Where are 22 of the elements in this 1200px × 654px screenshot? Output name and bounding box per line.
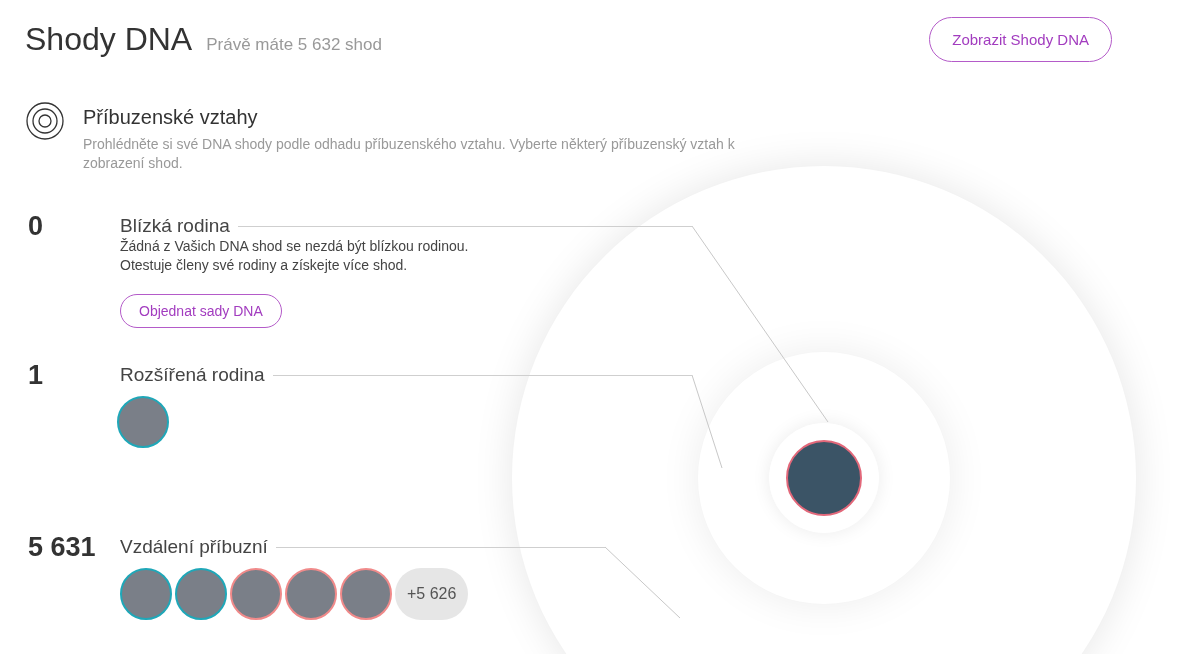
more-matches-badge[interactable]: +5 626	[395, 568, 469, 620]
avatar[interactable]	[285, 568, 337, 620]
match-count: Právě máte 5 632 shod	[206, 35, 382, 55]
avatar[interactable]	[340, 568, 392, 620]
match-count: 5 631	[28, 532, 97, 564]
section-title: Příbuzenské vztahy	[83, 106, 259, 129]
page-title: Shody DNA	[25, 21, 193, 58]
avatar[interactable]	[175, 568, 227, 620]
group-description: Žádná z Vašich DNA shod se nezdá být blízkou rodinou.	[120, 237, 470, 256]
match-count: 0	[28, 211, 45, 243]
section-description: Prohlédněte si své DNA shody podle odhadu příbuzenského vztahu. Vyberte některý příbuzenský vztah k zobrazení shod.	[83, 135, 736, 173]
avatar[interactable]	[117, 396, 169, 448]
group-title[interactable]: Rozšířená rodina	[120, 364, 265, 386]
order-dna-kits-button[interactable]: Objednat sady DNA	[120, 294, 282, 328]
group-description: Otestuje členy své rodiny a získejte více shod.	[120, 256, 409, 275]
match-count: 1	[28, 360, 45, 392]
concentric-circles-icon	[26, 102, 64, 140]
avatar[interactable]	[120, 568, 172, 620]
avatar[interactable]	[230, 568, 282, 620]
view-matches-button[interactable]: Zobrazit Shody DNA	[929, 17, 1112, 62]
group-title[interactable]: Vzdálení příbuzní	[120, 536, 268, 558]
group-title[interactable]: Blízká rodina	[120, 215, 230, 237]
